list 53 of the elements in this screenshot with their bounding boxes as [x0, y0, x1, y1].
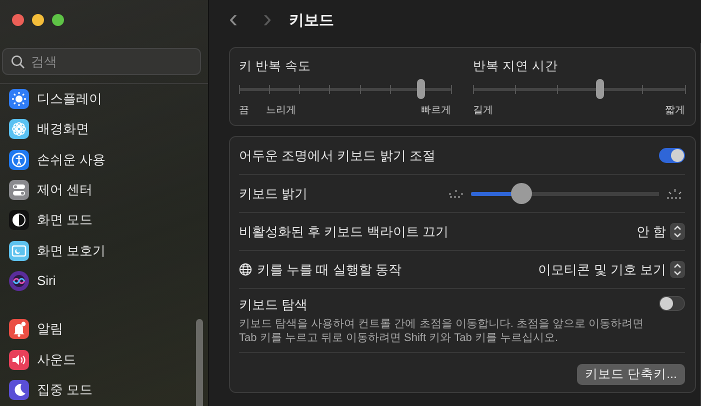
settings-category-icon: [9, 240, 29, 261]
keyboard-shortcuts-button[interactable]: 키보드 단축키...: [577, 364, 685, 384]
slider-label: 느리게: [266, 104, 296, 117]
settings-category-icon: [9, 150, 29, 170]
search-icon: [11, 54, 25, 68]
settings-category-icon: [9, 210, 29, 230]
slider-thumb[interactable]: [596, 79, 604, 99]
window-zoom-button[interactable]: [52, 14, 64, 26]
settings-category-icon: [9, 380, 29, 400]
sidebar-item[interactable]: 제어 센터: [9, 174, 192, 206]
slider-title: 반복 지연 시간: [473, 58, 559, 75]
settings-category-icon: [9, 119, 29, 140]
slider-label: 빠르게: [421, 104, 451, 117]
setting-label: 키보드 탐색: [239, 296, 309, 314]
settings-category-icon: [9, 319, 29, 340]
setting-description: 키보드 탐색을 사용하여 컨트롤 간에 초점을 이동합니다. 초점을 앞으로 이동하려면 Tab 키를 누르고 뒤로 이동하려면 Shift 키와 Tab 키를 누르십시오.: [239, 317, 645, 345]
search-field[interactable]: 검색: [2, 48, 201, 75]
setting-label: 비활성화된 후 키보드 백라이트 끄기: [239, 222, 448, 240]
settings-category-icon: [9, 180, 29, 200]
dim-brightness-icon: [447, 188, 465, 198]
slider-title: 키 반복 속도: [239, 58, 312, 75]
scrollbar-thumb[interactable]: [196, 319, 203, 406]
sidebar-item[interactable]: 손쉬운 사용: [9, 144, 192, 175]
toggle-switch[interactable]: [659, 296, 685, 311]
back-button[interactable]: ‹: [229, 5, 263, 31]
sidebar-item[interactable]: 집중 모드: [9, 374, 192, 405]
stepper-icon: [670, 223, 685, 240]
window-close-button[interactable]: [12, 14, 24, 26]
setting-label: 키를 누를 때 실행할 동작: [257, 260, 402, 278]
slider-thumb[interactable]: [510, 183, 532, 204]
settings-category-icon: [9, 89, 29, 110]
sidebar-item[interactable]: Siri: [9, 266, 192, 296]
page-title: 키보드: [289, 10, 334, 30]
sidebar-item[interactable]: 알림: [9, 314, 192, 344]
slider-label: 길게: [473, 104, 493, 117]
sidebar-item[interactable]: 사운드: [9, 344, 192, 375]
sidebar-item[interactable]: 화면 모드: [9, 205, 192, 236]
sidebar-item[interactable]: 화면 보호기: [9, 235, 192, 266]
window-minimize-button[interactable]: [32, 14, 44, 26]
setting-label: 키보드 밝기: [239, 184, 308, 202]
search-input[interactable]: 검색: [31, 54, 181, 69]
settings-category-icon: [9, 270, 29, 291]
slider-thumb[interactable]: [416, 79, 425, 99]
sidebar-item[interactable]: 디스플레이: [9, 84, 192, 114]
settings-category-icon: [9, 350, 29, 370]
popup-button[interactable]: 이모티콘 및 기호 보기: [538, 260, 685, 278]
slider-label: 짧게: [665, 104, 685, 117]
slider-label: 끔: [239, 104, 249, 117]
toggle-switch[interactable]: [659, 148, 685, 163]
stepper-icon: [670, 261, 685, 278]
setting-label: 어두운 조명에서 키보드 밝기 조절: [239, 146, 436, 164]
sidebar-item[interactable]: 배경화면: [9, 114, 192, 145]
popup-button[interactable]: 안 함: [636, 222, 685, 240]
